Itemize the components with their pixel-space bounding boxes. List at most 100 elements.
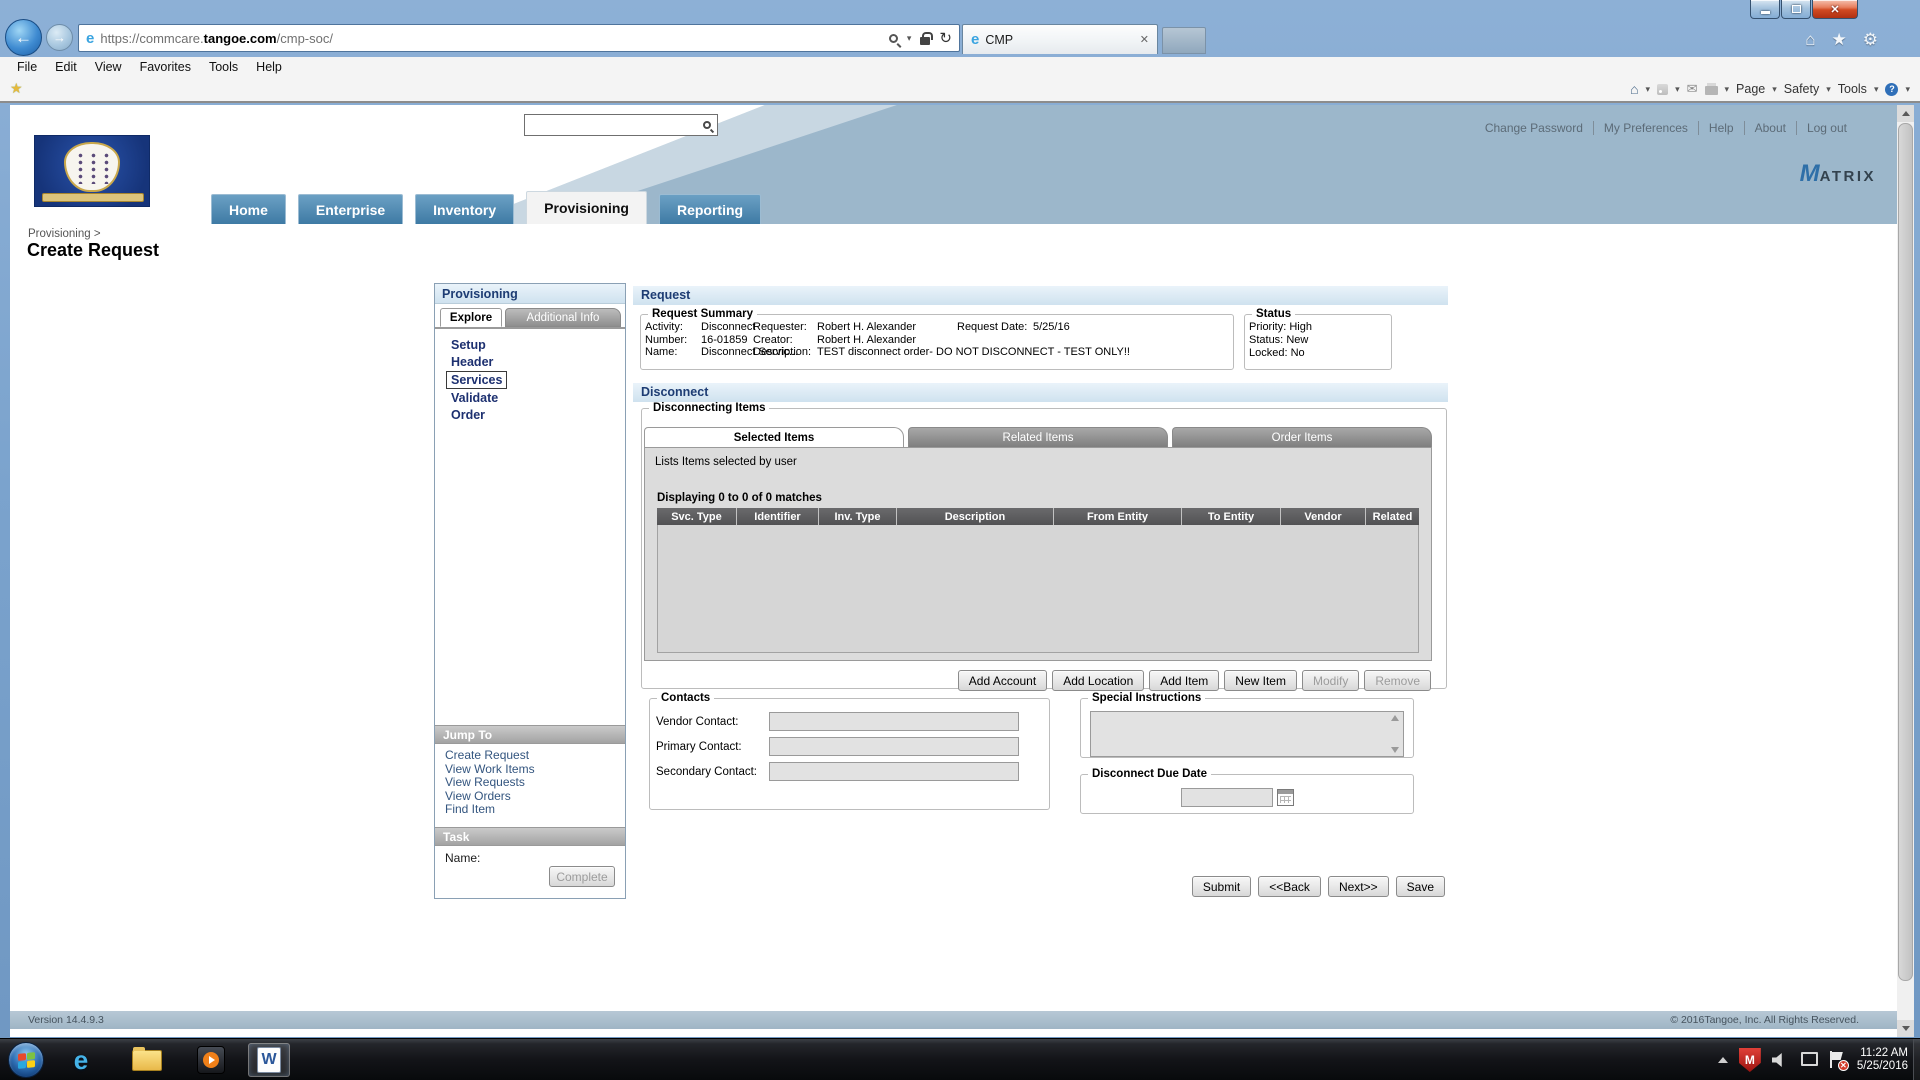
add-location-button[interactable]: Add Location [1052,670,1144,691]
home-dropdown-icon[interactable]: ▾ [1646,84,1651,95]
due-date-input[interactable] [1181,788,1273,807]
show-desktop-button[interactable] [1913,1039,1920,1080]
mail-icon[interactable]: ✉ [1687,81,1698,97]
menu-item-edit[interactable]: Edit [46,58,86,76]
textarea-scrollbar[interactable] [1388,713,1402,755]
back-step-button[interactable]: <<Back [1258,876,1321,897]
help-dropdown-icon[interactable]: ▾ [1905,84,1910,95]
tools-menu[interactable]: Tools [1838,82,1867,96]
link-log-out[interactable]: Log out [1796,121,1857,135]
tab-home[interactable]: Home [211,194,286,224]
link-change-password[interactable]: Change Password [1475,121,1593,135]
page-menu[interactable]: Page [1736,82,1765,96]
tab-reporting[interactable]: Reporting [659,194,761,224]
add-account-button[interactable]: Add Account [958,670,1047,691]
link-help[interactable]: Help [1698,121,1744,135]
explore-link-order[interactable]: Order [451,408,485,422]
special-instructions-textarea[interactable] [1090,711,1404,757]
print-icon[interactable] [1705,86,1718,95]
help-icon[interactable]: ? [1885,83,1898,96]
page-dropdown-icon[interactable]: ▾ [1772,84,1777,95]
back-button[interactable]: ← [5,19,42,56]
scrollbar-down-button[interactable] [1897,1020,1914,1037]
jumpto-view-orders[interactable]: View Orders [445,790,535,804]
window-minimize-button[interactable] [1750,0,1780,19]
settings-gear-icon[interactable]: ⚙ [1863,30,1878,50]
favorites-star-icon[interactable]: ★ [1832,30,1847,50]
window-restore-button[interactable] [1781,0,1811,19]
header-search-input[interactable] [529,118,703,132]
vendor-contact-input[interactable] [769,712,1019,731]
tab-order-items[interactable]: Order Items [1172,427,1432,447]
primary-contact-input[interactable] [769,737,1019,756]
explore-link-services[interactable]: Services [447,372,506,388]
tab-enterprise[interactable]: Enterprise [298,194,403,224]
address-bar[interactable]: e https://commcare.tangoe.com/cmp-soc/ ▾… [78,24,960,52]
menu-item-favorites[interactable]: Favorites [131,58,200,76]
side-panel-tabs: Explore Additional Info [435,308,625,329]
forward-button[interactable]: → [46,24,73,51]
link-about[interactable]: About [1744,121,1796,135]
start-button[interactable] [8,1042,44,1078]
hidden-icons-chevron[interactable] [1718,1057,1728,1063]
tab-explore[interactable]: Explore [440,308,502,327]
search-icon[interactable] [889,34,898,43]
taskbar-word-button[interactable]: W [248,1043,290,1077]
taskbar-explorer-button[interactable] [126,1043,168,1077]
provisioning-side-panel: Provisioning Explore Additional Info Set… [434,283,626,899]
menu-item-file[interactable]: File [8,58,46,76]
window-close-button[interactable]: ✕ [1812,0,1858,19]
browser-tab-cmp[interactable]: e CMP ✕ [962,24,1158,54]
tools-dropdown-icon[interactable]: ▾ [1874,84,1879,95]
menu-item-help[interactable]: Help [247,58,291,76]
menu-item-view[interactable]: View [86,58,131,76]
menu-item-tools[interactable]: Tools [200,58,247,76]
action-center-flag-icon[interactable]: ✕ [1828,1051,1846,1069]
refresh-icon[interactable]: ↻ [939,29,952,47]
scrollbar-up-button[interactable] [1897,105,1914,122]
tab-selected-items[interactable]: Selected Items [644,427,904,447]
explore-link-setup[interactable]: Setup [451,338,486,352]
tab-additional-info[interactable]: Additional Info [505,308,621,327]
print-dropdown-icon[interactable]: ▾ [1725,84,1730,95]
header-search-icon[interactable] [703,121,711,129]
save-button[interactable]: Save [1396,876,1445,897]
explore-link-validate[interactable]: Validate [451,391,498,405]
jumpto-view-requests[interactable]: View Requests [445,776,535,790]
command-home-icon[interactable]: ⌂ [1630,81,1638,97]
link-my-preferences[interactable]: My Preferences [1593,121,1698,135]
tab-related-items[interactable]: Related Items [908,427,1168,447]
secondary-contact-input[interactable] [769,762,1019,781]
tab-close-icon[interactable]: ✕ [1140,33,1149,46]
rss-feed-icon[interactable] [1657,84,1668,95]
submit-button[interactable]: Submit [1192,876,1251,897]
tab-provisioning[interactable]: Provisioning [526,191,647,224]
taskbar-clock[interactable]: 11:22 AM 5/25/2016 [1857,1047,1912,1074]
calendar-icon[interactable] [1277,789,1294,806]
scroll-down-icon[interactable] [1391,747,1399,753]
safety-dropdown-icon[interactable]: ▾ [1826,84,1831,95]
new-item-button[interactable]: New Item [1224,670,1297,691]
scrollbar-thumb[interactable] [1898,123,1913,981]
new-tab-button[interactable] [1162,27,1206,54]
tab-inventory[interactable]: Inventory [415,194,514,224]
taskbar-media-button[interactable] [190,1043,232,1077]
search-dropdown-icon[interactable]: ▾ [907,33,912,44]
explore-link-header[interactable]: Header [451,355,493,369]
taskbar-ie-button[interactable]: e [60,1043,102,1077]
jumpto-view-work-items[interactable]: View Work Items [445,763,535,777]
page-scrollbar[interactable] [1897,105,1914,1037]
jumpto-create-request[interactable]: Create Request [445,749,535,763]
next-step-button[interactable]: Next>> [1328,876,1389,897]
safety-menu[interactable]: Safety [1784,82,1819,96]
mcafee-icon[interactable]: M [1739,1048,1761,1072]
scroll-up-icon[interactable] [1391,715,1399,721]
network-icon[interactable] [1799,1052,1817,1068]
rss-dropdown-icon[interactable]: ▾ [1675,84,1680,95]
jumpto-find-item[interactable]: Find Item [445,803,535,817]
add-item-button[interactable]: Add Item [1149,670,1219,691]
favorites-bar-star-icon[interactable]: ★ [10,80,23,97]
home-icon[interactable]: ⌂ [1805,30,1815,50]
breadcrumb[interactable]: Provisioning > [28,228,101,240]
volume-icon[interactable] [1772,1053,1788,1067]
